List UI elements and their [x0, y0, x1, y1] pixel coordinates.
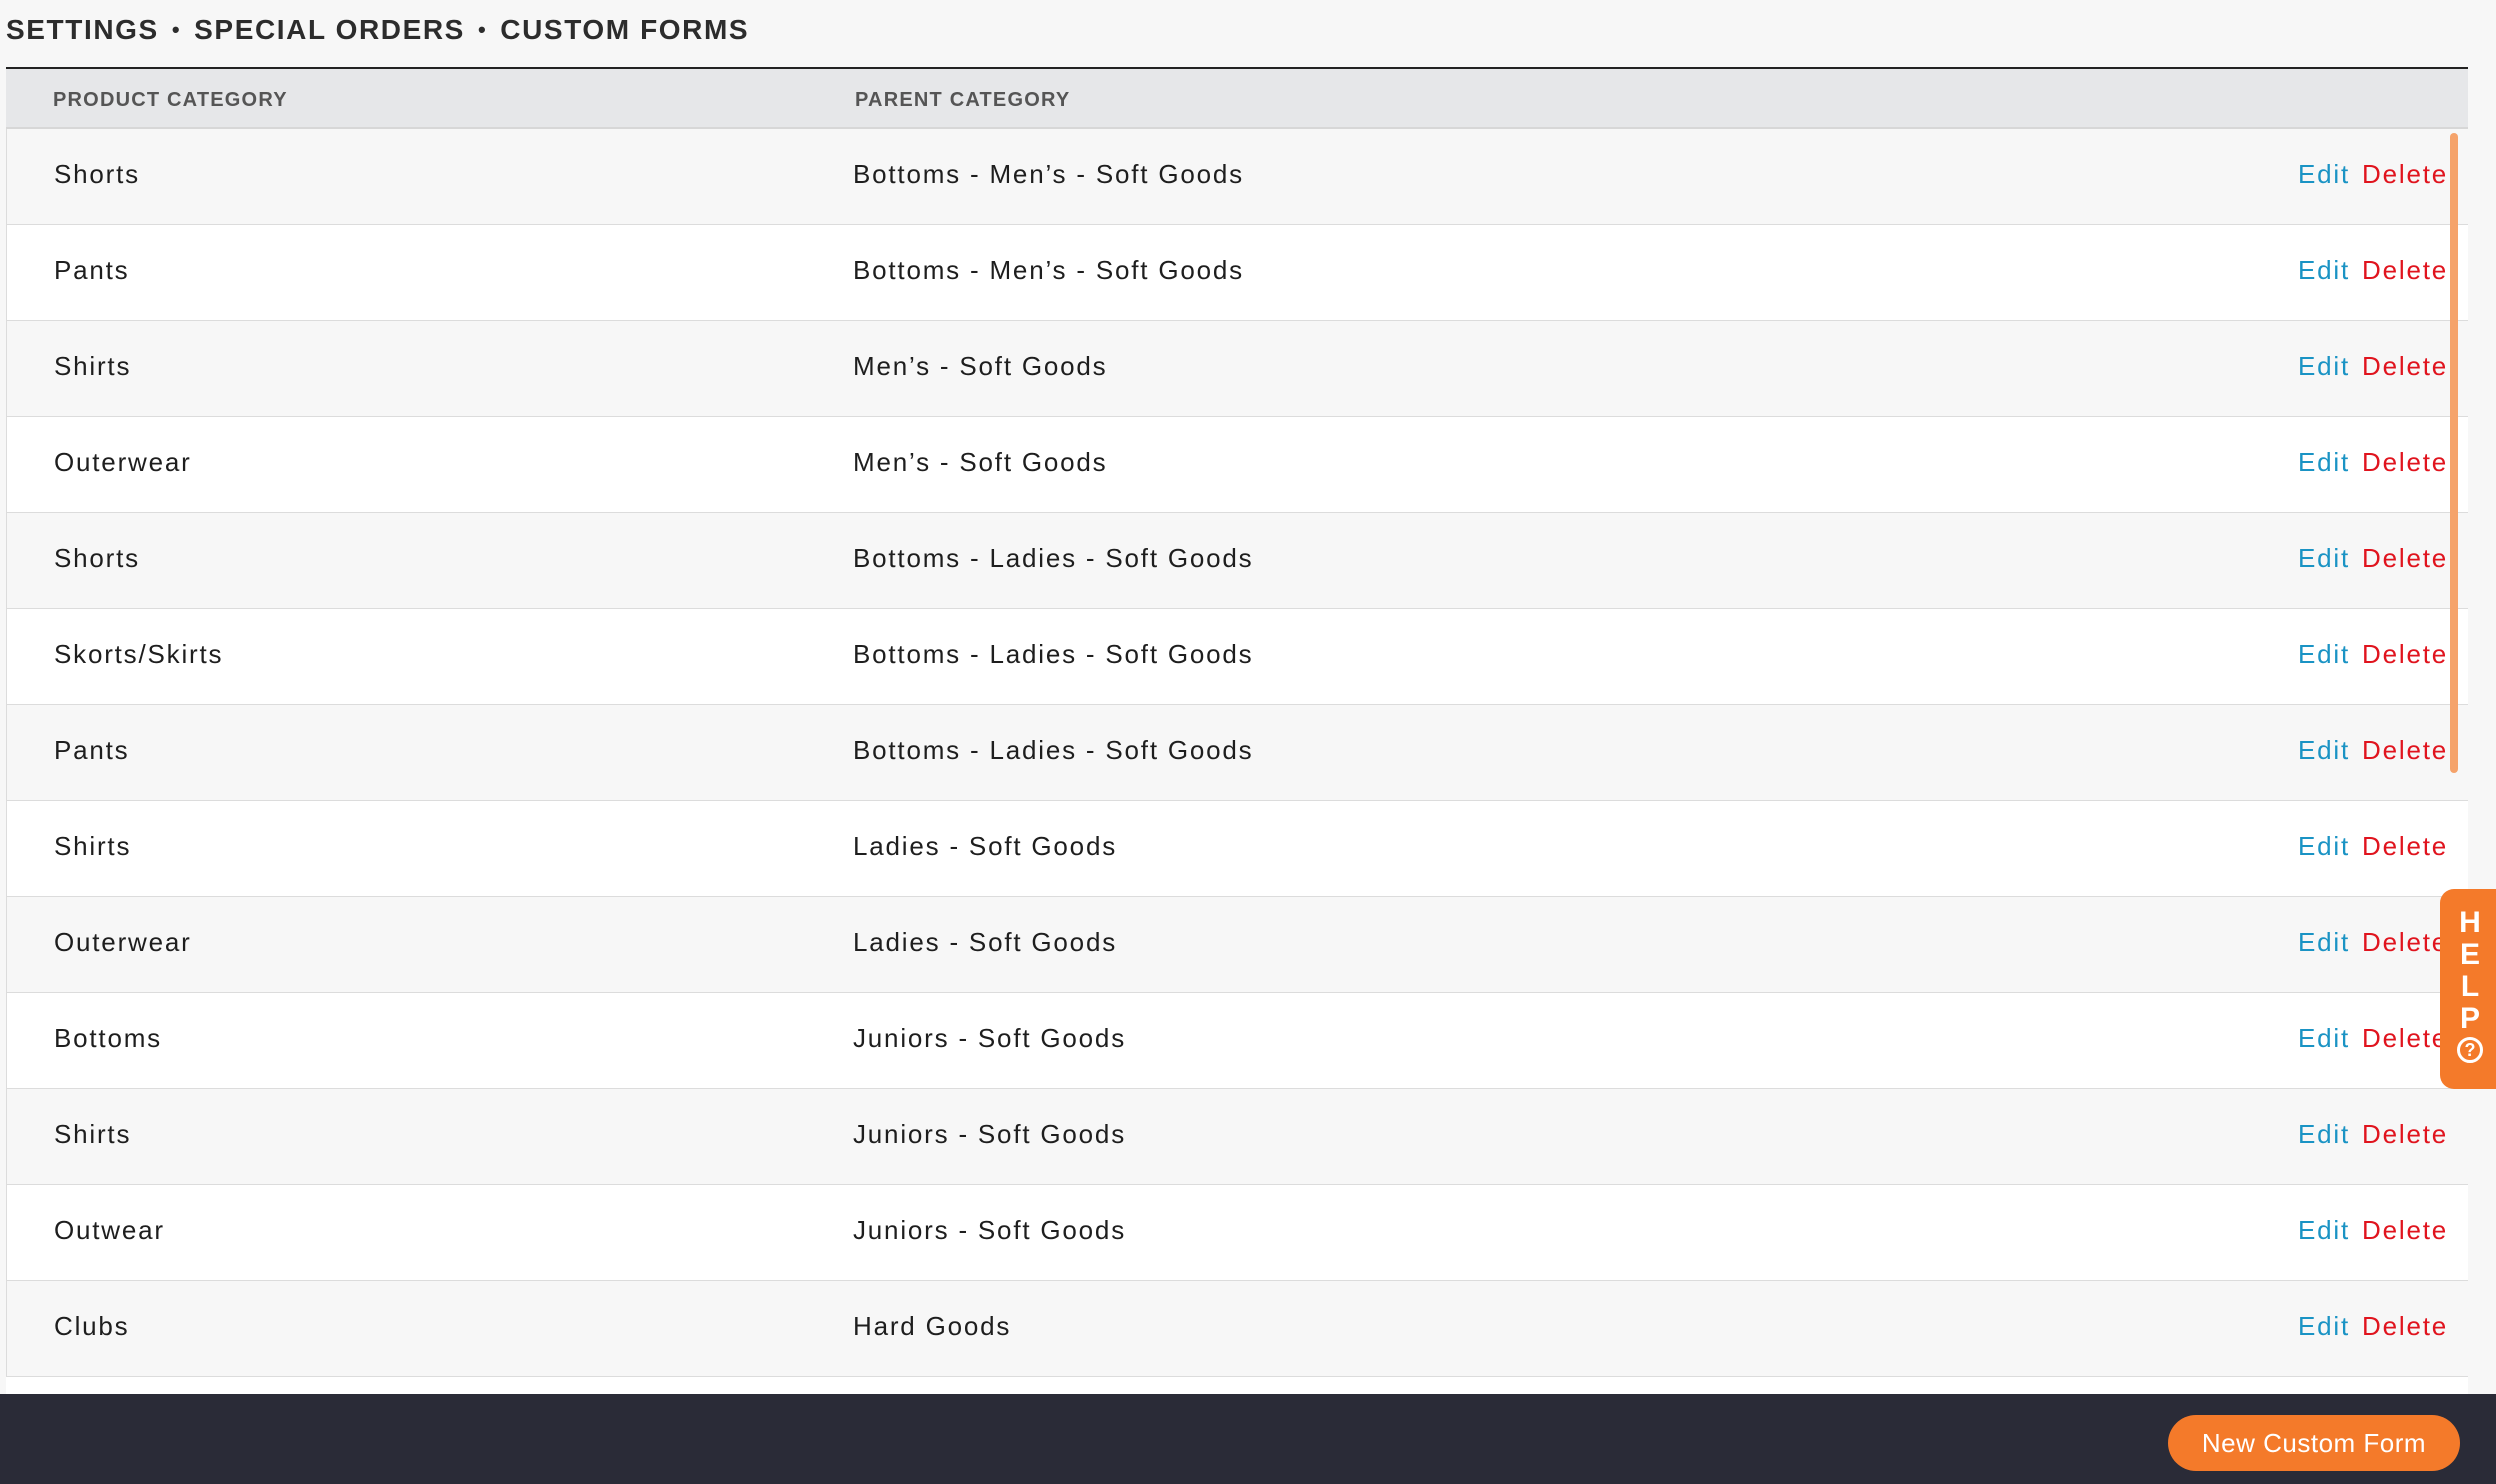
header-product-category: PRODUCT CATEGORY: [53, 89, 288, 111]
row-actions: Edit Delete: [2298, 447, 2448, 478]
product-category-cell: Shirts: [54, 351, 132, 381]
table-row: Pants Bottoms - Ladies - Soft Goods Edit De…: [6, 705, 2468, 801]
delete-link[interactable]: Delete: [2362, 351, 2448, 382]
product-category-cell: Shirts: [54, 831, 132, 861]
scrollbar-thumb[interactable]: [2450, 133, 2458, 773]
table-row: Shirts Ladies - Soft Goods Edit Delete: [6, 801, 2468, 897]
delete-link[interactable]: Delete: [2362, 639, 2448, 670]
delete-link[interactable]: Delete: [2362, 927, 2448, 958]
delete-link[interactable]: Delete: [2362, 735, 2448, 766]
help-letter: E: [2459, 938, 2480, 971]
delete-link[interactable]: Delete: [2362, 447, 2448, 478]
breadcrumb-custom-forms: CUSTOM FORMS: [500, 14, 750, 45]
parent-category-cell: Hard Goods: [853, 1311, 1012, 1341]
delete-link[interactable]: Delete: [2362, 1215, 2448, 1246]
breadcrumb-separator: •: [171, 17, 182, 42]
table-header: PRODUCT CATEGORY PARENT CATEGORY: [6, 69, 2468, 129]
edit-link[interactable]: Edit: [2298, 351, 2350, 382]
row-actions: Edit Delete: [2298, 735, 2448, 766]
breadcrumb-separator: •: [477, 17, 488, 42]
breadcrumb-special-orders[interactable]: SPECIAL ORDERS: [194, 14, 465, 46]
product-category-cell: Shirts: [54, 1119, 132, 1149]
table-row: Shirts Juniors - Soft Goods Edit Delete: [6, 1089, 2468, 1185]
help-letter: H: [2459, 906, 2481, 939]
help-letter: L: [2460, 970, 2480, 1003]
parent-category-cell: Men’s - Soft Goods: [853, 351, 1108, 381]
edit-link[interactable]: Edit: [2298, 927, 2350, 958]
product-category-cell: Shorts: [54, 159, 140, 189]
row-actions: Edit Delete: [2298, 1119, 2448, 1150]
row-actions: Edit Delete: [2298, 831, 2448, 862]
parent-category-cell: Juniors - Soft Goods: [853, 1023, 1126, 1053]
parent-category-cell: Bottoms - Ladies - Soft Goods: [853, 735, 1254, 765]
product-category-cell: Bottoms: [54, 1023, 162, 1053]
delete-link[interactable]: Delete: [2362, 255, 2448, 286]
row-actions: Edit Delete: [2298, 927, 2448, 958]
delete-link[interactable]: Delete: [2362, 1311, 2448, 1342]
table-row: Skorts/Skirts Bottoms - Ladies - Soft Goo…: [6, 609, 2468, 705]
table-row: Shirts Men’s - Soft Goods Edit Delete: [6, 321, 2468, 417]
custom-forms-table: PRODUCT CATEGORY PARENT CATEGORY Shorts B…: [6, 67, 2468, 1395]
parent-category-cell: Bottoms - Men’s - Soft Goods: [853, 159, 1244, 189]
row-actions: Edit Delete: [2298, 639, 2448, 670]
new-custom-form-button[interactable]: New Custom Form: [2168, 1415, 2460, 1471]
table-row: Clubs Hard Goods Edit Delete: [6, 1281, 2468, 1377]
help-letter: P: [2459, 1002, 2480, 1035]
row-actions: Edit Delete: [2298, 1023, 2448, 1054]
edit-link[interactable]: Edit: [2298, 735, 2350, 766]
breadcrumb-settings[interactable]: SETTINGS: [6, 14, 159, 46]
delete-link[interactable]: Delete: [2362, 159, 2448, 190]
product-category-cell: Outerwear: [54, 927, 192, 957]
edit-link[interactable]: Edit: [2298, 159, 2350, 190]
breadcrumb: SETTINGS • SPECIAL ORDERS • CUSTOM FORMS: [6, 14, 749, 46]
row-actions: Edit Delete: [2298, 255, 2448, 286]
row-actions: Edit Delete: [2298, 543, 2448, 574]
table-row: Shorts Bottoms - Men’s - Soft Goods Edit De…: [6, 129, 2468, 225]
table-row: Outerwear Men’s - Soft Goods Edit Delete: [6, 417, 2468, 513]
edit-link[interactable]: Edit: [2298, 543, 2350, 574]
row-actions: Edit Delete: [2298, 351, 2448, 382]
parent-category-cell: Men’s - Soft Goods: [853, 447, 1108, 477]
edit-link[interactable]: Edit: [2298, 1119, 2350, 1150]
delete-link[interactable]: Delete: [2362, 1023, 2448, 1054]
edit-link[interactable]: Edit: [2298, 1215, 2350, 1246]
product-category-cell: Pants: [54, 255, 130, 285]
table-row: Pants Bottoms - Men’s - Soft Goods Edit Del…: [6, 225, 2468, 321]
delete-link[interactable]: Delete: [2362, 543, 2448, 574]
table-row: Outwear Juniors - Soft Goods Edit Delete: [6, 1185, 2468, 1281]
parent-category-cell: Ladies - Soft Goods: [853, 927, 1117, 957]
table-row: Shorts Bottoms - Ladies - Soft Goods Edit D…: [6, 513, 2468, 609]
table-row: Bottoms Juniors - Soft Goods Edit Delete: [6, 993, 2468, 1089]
product-category-cell: Shorts: [54, 543, 140, 573]
edit-link[interactable]: Edit: [2298, 255, 2350, 286]
edit-link[interactable]: Edit: [2298, 639, 2350, 670]
product-category-cell: Outwear: [54, 1215, 165, 1245]
parent-category-cell: Bottoms - Men’s - Soft Goods: [853, 255, 1244, 285]
header-parent-category: PARENT CATEGORY: [855, 89, 1071, 111]
edit-link[interactable]: Edit: [2298, 1311, 2350, 1342]
edit-link[interactable]: Edit: [2298, 831, 2350, 862]
parent-category-cell: Ladies - Soft Goods: [853, 831, 1117, 861]
product-category-cell: Skorts/Skirts: [54, 639, 224, 669]
parent-category-cell: Juniors - Soft Goods: [853, 1215, 1126, 1245]
product-category-cell: Pants: [54, 735, 130, 765]
parent-category-cell: Bottoms - Ladies - Soft Goods: [853, 639, 1254, 669]
product-category-cell: Clubs: [54, 1311, 130, 1341]
row-actions: Edit Delete: [2298, 1215, 2448, 1246]
row-actions: Edit Delete: [2298, 159, 2448, 190]
table-row: Outerwear Ladies - Soft Goods Edit Delete: [6, 897, 2468, 993]
table-body: Shorts Bottoms - Men’s - Soft Goods Edit De…: [6, 129, 2468, 1377]
delete-link[interactable]: Delete: [2362, 831, 2448, 862]
edit-link[interactable]: Edit: [2298, 447, 2350, 478]
edit-link[interactable]: Edit: [2298, 1023, 2350, 1054]
parent-category-cell: Juniors - Soft Goods: [853, 1119, 1126, 1149]
parent-category-cell: Bottoms - Ladies - Soft Goods: [853, 543, 1254, 573]
product-category-cell: Outerwear: [54, 447, 192, 477]
row-actions: Edit Delete: [2298, 1311, 2448, 1342]
footer-bar: [0, 1394, 2496, 1484]
question-circle-icon: ?: [2457, 1037, 2483, 1063]
help-tab[interactable]: H E L P ?: [2440, 889, 2496, 1089]
delete-link[interactable]: Delete: [2362, 1119, 2448, 1150]
